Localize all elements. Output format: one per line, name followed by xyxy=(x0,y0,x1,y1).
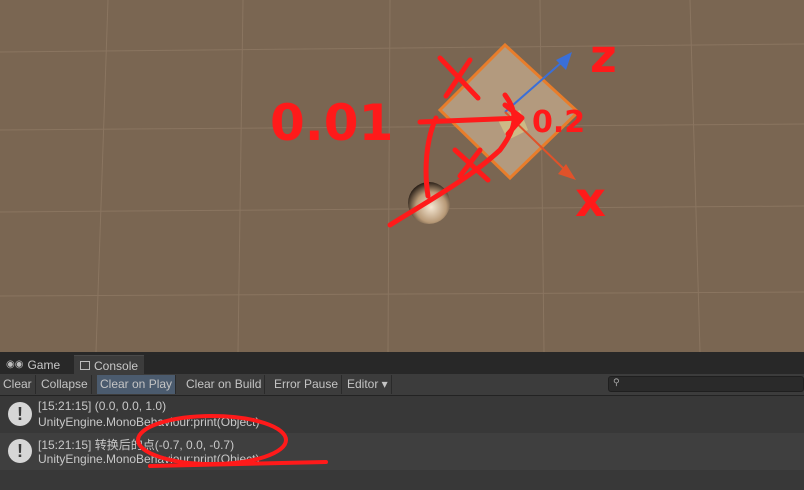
log-source: UnityEngine.MonoBehaviour:print(Object) xyxy=(38,452,260,466)
tab-game-label: Game xyxy=(27,357,61,372)
log-message: [15:21:15] (0.0, 0.0, 1.0) xyxy=(38,399,167,413)
ground-grid xyxy=(0,0,804,352)
clear-on-build-toggle[interactable]: Clear on Build xyxy=(183,375,266,394)
search-input[interactable]: ⚲ xyxy=(608,376,804,392)
tab-console[interactable]: Console xyxy=(74,355,145,375)
clear-button[interactable]: Clear xyxy=(0,375,36,394)
console-empty-area xyxy=(0,470,804,490)
z-axis-arrow-icon[interactable] xyxy=(556,52,572,70)
sphere-object[interactable] xyxy=(408,182,450,224)
console-panel: ◉◉ Game Console Clear Collapse Clear on … xyxy=(0,352,804,490)
scene-view[interactable] xyxy=(0,0,804,352)
gamepad-icon: ◉◉ xyxy=(6,359,24,370)
tab-game[interactable]: ◉◉ Game xyxy=(0,355,66,374)
console-icon xyxy=(80,361,90,370)
unity-editor: ◉◉ Game Console Clear Collapse Clear on … xyxy=(0,0,804,490)
log-entry[interactable]: ! [15:21:15] 转换后的点(-0.7, 0.0, -0.7) Unit… xyxy=(0,433,804,470)
scene-canvas[interactable] xyxy=(0,0,804,352)
tab-console-label: Console xyxy=(94,358,139,373)
log-source: UnityEngine.MonoBehaviour:print(Object) xyxy=(38,415,260,429)
log-entry[interactable]: ! [15:21:15] (0.0, 0.0, 1.0) UnityEngine… xyxy=(0,396,804,433)
collapse-button[interactable]: Collapse xyxy=(38,375,92,394)
info-icon: ! xyxy=(8,439,32,463)
editor-dropdown[interactable]: Editor ▾ xyxy=(344,375,392,394)
search-icon: ⚲ xyxy=(613,378,620,388)
clear-on-play-toggle[interactable]: Clear on Play xyxy=(97,375,177,394)
log-message: [15:21:15] 转换后的点(-0.7, 0.0, -0.7) xyxy=(38,438,235,452)
console-toolbar: Clear Collapse Clear on Play Clear on Bu… xyxy=(0,374,804,396)
error-pause-toggle[interactable]: Error Pause xyxy=(271,375,343,394)
info-icon: ! xyxy=(8,402,32,426)
tab-bar: ◉◉ Game Console xyxy=(0,352,804,375)
